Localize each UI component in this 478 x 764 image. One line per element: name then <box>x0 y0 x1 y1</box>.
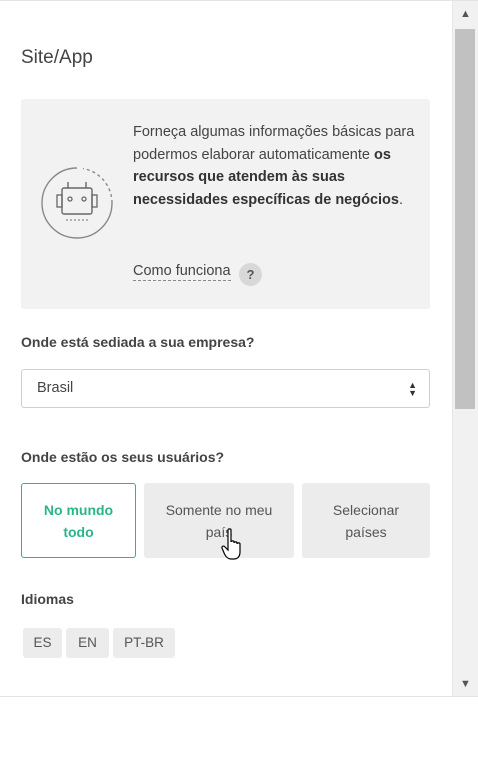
scroll-down-icon[interactable]: ▼ <box>453 675 478 693</box>
language-chip-en[interactable]: EN <box>66 628 109 658</box>
option-my-country[interactable]: Somente no meu país <box>144 483 294 558</box>
help-icon[interactable]: ? <box>239 263 262 286</box>
option-select-countries-line2: países <box>345 523 387 540</box>
select-arrows-icon: ▲ ▼ <box>408 380 417 398</box>
language-chip-pt-br[interactable]: PT-BR <box>113 628 175 658</box>
company-location-label: Onde está sediada a sua empresa? <box>21 334 255 350</box>
language-chip-es[interactable]: ES <box>23 628 62 658</box>
section-title: Site/App <box>21 47 93 68</box>
option-worldwide[interactable]: No mundo todo <box>21 483 136 558</box>
info-text-part2: . <box>398 191 403 208</box>
how-it-works-link[interactable]: Como funciona <box>133 263 231 281</box>
option-my-country-line1: Somente no meu <box>165 501 273 518</box>
option-select-countries[interactable]: Selecionar países <box>302 483 430 558</box>
vertical-scrollbar[interactable]: ▲ ▼ <box>452 0 478 697</box>
country-select-value: Brasil <box>37 380 74 396</box>
site-app-panel: Site/App Forneça algumas informações bás… <box>0 0 452 697</box>
info-box: Forneça algumas informações básicas para… <box>21 99 430 309</box>
robot-icon <box>39 165 115 241</box>
languages-label: Idiomas <box>21 591 74 607</box>
scroll-thumb[interactable] <box>455 29 475 409</box>
info-text: Forneça algumas informações básicas para… <box>133 121 418 211</box>
option-worldwide-line2: todo <box>63 523 94 540</box>
option-worldwide-line1: No mundo <box>43 501 114 518</box>
scroll-up-icon[interactable]: ▲ <box>453 5 478 23</box>
hand-cursor-icon <box>221 528 241 560</box>
country-select[interactable]: Brasil ▲ ▼ <box>21 369 430 408</box>
option-select-countries-line1: Selecionar <box>332 501 400 518</box>
users-location-label: Onde estão os seus usuários? <box>21 449 225 465</box>
info-text-part1: Forneça algumas informações básicas para… <box>133 124 415 163</box>
